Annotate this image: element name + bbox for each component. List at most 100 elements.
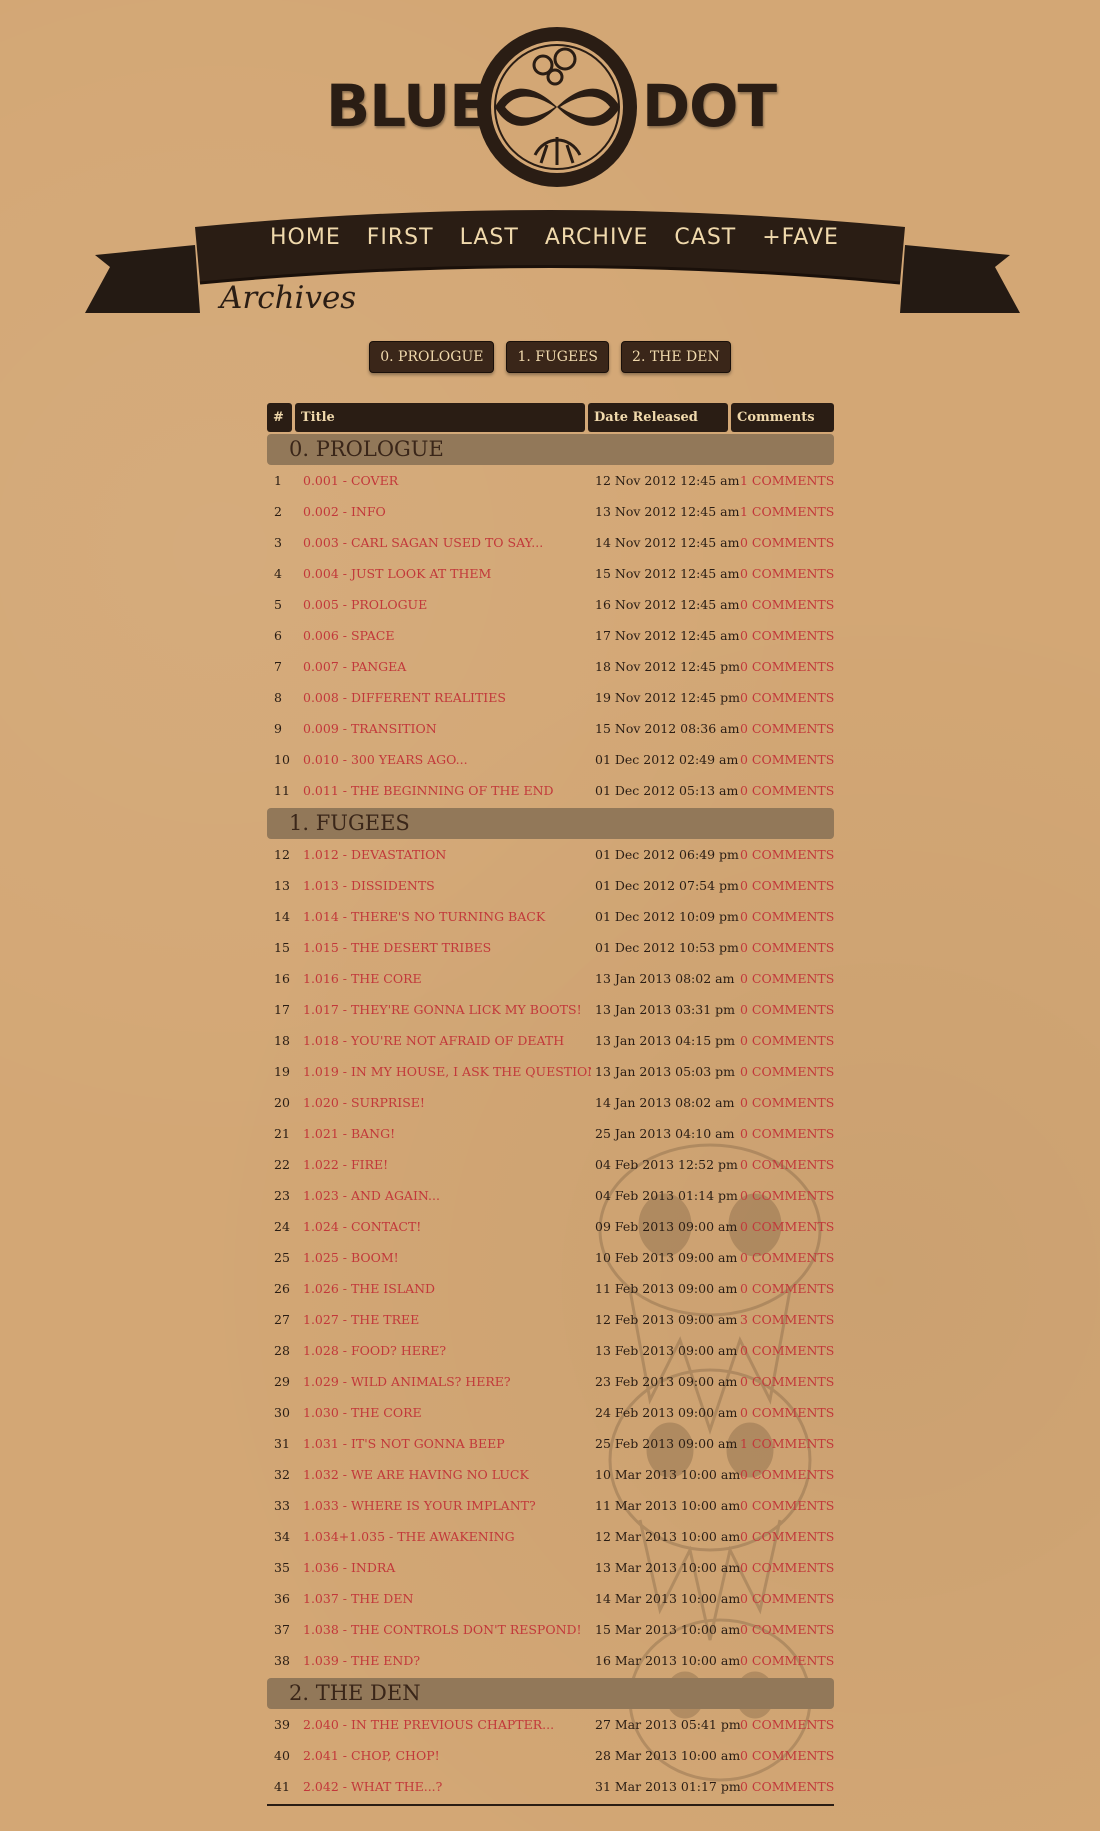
comments-link[interactable]: 0 COMMENTS [734,1126,834,1141]
comic-title-link[interactable]: 1.022 - FIRE! [295,1157,591,1172]
comic-title-link[interactable]: 0.005 - PROLOGUE [295,597,591,612]
comments-link[interactable]: 1 COMMENTS [734,504,834,519]
comic-title-link[interactable]: 1.015 - THE DESERT TRIBES [295,940,591,955]
section-header: 2. THE DEN [267,1678,834,1709]
comic-title-link[interactable]: 1.034+1.035 - THE AWAKENING [295,1529,591,1544]
comments-link[interactable]: 3 COMMENTS [734,1312,834,1327]
comments-link[interactable]: 0 COMMENTS [734,690,834,705]
chapter-button-the-den[interactable]: 2. THE DEN [621,341,731,373]
comic-title-link[interactable]: 1.038 - THE CONTROLS DON'T RESPOND! [295,1622,591,1637]
comic-title-link[interactable]: 1.036 - INDRA [295,1560,591,1575]
header-comments: Comments [731,403,834,432]
comic-title-link[interactable]: 1.029 - WILD ANIMALS? HERE? [295,1374,591,1389]
comic-title-link[interactable]: 1.017 - THEY'RE GONNA LICK MY BOOTS! [295,1002,591,1017]
comic-title-link[interactable]: 1.023 - AND AGAIN... [295,1188,591,1203]
comments-link[interactable]: 0 COMMENTS [734,721,834,736]
comic-title-link[interactable]: 0.010 - 300 YEARS AGO... [295,752,591,767]
nav-cast[interactable]: CAST [674,222,736,262]
table-row: 10 0.010 - 300 YEARS AGO... 01 Dec 2012 02… [267,744,834,775]
comic-title-link[interactable]: 1.014 - THERE'S NO TURNING BACK [295,909,591,924]
comments-link[interactable]: 0 COMMENTS [734,783,834,798]
row-number: 4 [274,566,282,581]
comments-link[interactable]: 0 COMMENTS [734,1405,834,1420]
comic-title-link[interactable]: 1.028 - FOOD? HERE? [295,1343,591,1358]
comic-title-link[interactable]: 1.016 - THE CORE [295,971,591,986]
comic-title-link[interactable]: 1.027 - THE TREE [295,1312,591,1327]
comments-link[interactable]: 0 COMMENTS [734,1498,834,1513]
comments-link[interactable]: 0 COMMENTS [734,1219,834,1234]
comments-link[interactable]: 0 COMMENTS [734,1591,834,1606]
comic-title-link[interactable]: 1.025 - BOOM! [295,1250,591,1265]
comic-title-link[interactable]: 1.019 - IN MY HOUSE, I ASK THE QUESTIONS [295,1064,591,1079]
comic-title-link[interactable]: 0.001 - COVER [295,473,591,488]
release-date: 25 Jan 2013 04:10 am [595,1126,735,1141]
comic-title-link[interactable]: 1.018 - YOU'RE NOT AFRAID OF DEATH [295,1033,591,1048]
comic-title-link[interactable]: 0.011 - THE BEGINNING OF THE END [295,783,591,798]
comments-link[interactable]: 0 COMMENTS [734,878,834,893]
comments-link[interactable]: 1 COMMENTS [734,473,834,488]
comments-link[interactable]: 0 COMMENTS [734,1002,834,1017]
comments-link[interactable]: 0 COMMENTS [734,1467,834,1482]
comic-title-link[interactable]: 0.004 - JUST LOOK AT THEM [295,566,591,581]
comic-title-link[interactable]: 0.008 - DIFFERENT REALITIES [295,690,591,705]
comments-link[interactable]: 0 COMMENTS [734,1622,834,1637]
comic-title-link[interactable]: 1.031 - IT'S NOT GONNA BEEP [295,1436,591,1451]
comments-link[interactable]: 0 COMMENTS [734,1343,834,1358]
release-date: 31 Mar 2013 01:17 pm [595,1779,741,1794]
comic-title-link[interactable]: 1.026 - THE ISLAND [295,1281,591,1296]
comments-link[interactable]: 0 COMMENTS [734,940,834,955]
nav-first[interactable]: FIRST [367,222,434,262]
comments-link[interactable]: 0 COMMENTS [734,1157,834,1172]
comic-title-link[interactable]: 0.003 - CARL SAGAN USED TO SAY... [295,535,591,550]
comic-title-link[interactable]: 0.002 - INFO [295,504,591,519]
comic-title-link[interactable]: 2.040 - IN THE PREVIOUS CHAPTER... [295,1717,591,1732]
comments-link[interactable]: 0 COMMENTS [734,597,834,612]
comments-link[interactable]: 0 COMMENTS [734,628,834,643]
comments-link[interactable]: 0 COMMENTS [734,1250,834,1265]
comments-link[interactable]: 0 COMMENTS [734,1560,834,1575]
comments-link[interactable]: 0 COMMENTS [734,1748,834,1763]
comments-link[interactable]: 0 COMMENTS [734,1064,834,1079]
comments-link[interactable]: 0 COMMENTS [734,659,834,674]
comments-link[interactable]: 0 COMMENTS [734,566,834,581]
comments-link[interactable]: 0 COMMENTS [734,1281,834,1296]
comments-link[interactable]: 0 COMMENTS [734,752,834,767]
table-row: 15 1.015 - THE DESERT TRIBES 01 Dec 2012 1… [267,932,834,963]
comic-title-link[interactable]: 1.032 - WE ARE HAVING NO LUCK [295,1467,591,1482]
comic-title-link[interactable]: 0.007 - PANGEA [295,659,591,674]
comments-link[interactable]: 0 COMMENTS [734,971,834,986]
comments-link[interactable]: 0 COMMENTS [734,1374,834,1389]
nav-archive[interactable]: ARCHIVE [545,222,649,262]
comic-title-link[interactable]: 2.042 - WHAT THE...? [295,1779,591,1794]
comments-link[interactable]: 1 COMMENTS [734,1436,834,1451]
comic-title-link[interactable]: 1.020 - SURPRISE! [295,1095,591,1110]
comments-link[interactable]: 0 COMMENTS [734,1188,834,1203]
nav-fave[interactable]: +FAVE [762,222,839,262]
comic-title-link[interactable]: 1.021 - BANG! [295,1126,591,1141]
comments-link[interactable]: 0 COMMENTS [734,535,834,550]
comic-title-link[interactable]: 1.039 - THE END? [295,1653,591,1668]
comments-link[interactable]: 0 COMMENTS [734,1529,834,1544]
comments-link[interactable]: 0 COMMENTS [734,909,834,924]
chapter-button-fugees[interactable]: 1. FUGEES [506,341,610,373]
chapter-button-prologue[interactable]: 0. PROLOGUE [369,341,495,373]
comments-link[interactable]: 0 COMMENTS [734,1095,834,1110]
comic-title-link[interactable]: 1.030 - THE CORE [295,1405,591,1420]
comments-link[interactable]: 0 COMMENTS [734,847,834,862]
comic-title-link[interactable]: 1.013 - DISSIDENTS [295,878,591,893]
row-number: 33 [274,1498,290,1513]
comic-title-link[interactable]: 0.009 - TRANSITION [295,721,591,736]
nav-home[interactable]: HOME [270,222,341,262]
comic-title-link[interactable]: 2.041 - CHOP, CHOP! [295,1748,591,1763]
comments-link[interactable]: 0 COMMENTS [734,1779,834,1794]
comments-link[interactable]: 0 COMMENTS [734,1033,834,1048]
site-logo[interactable]: BLUE DOT [0,0,1100,205]
nav-last[interactable]: LAST [460,222,519,262]
comic-title-link[interactable]: 1.012 - DEVASTATION [295,847,591,862]
comic-title-link[interactable]: 1.033 - WHERE IS YOUR IMPLANT? [295,1498,591,1513]
comic-title-link[interactable]: 1.037 - THE DEN [295,1591,591,1606]
comic-title-link[interactable]: 0.006 - SPACE [295,628,591,643]
comic-title-link[interactable]: 1.024 - CONTACT! [295,1219,591,1234]
comments-link[interactable]: 0 COMMENTS [734,1653,834,1668]
comments-link[interactable]: 0 COMMENTS [734,1717,834,1732]
